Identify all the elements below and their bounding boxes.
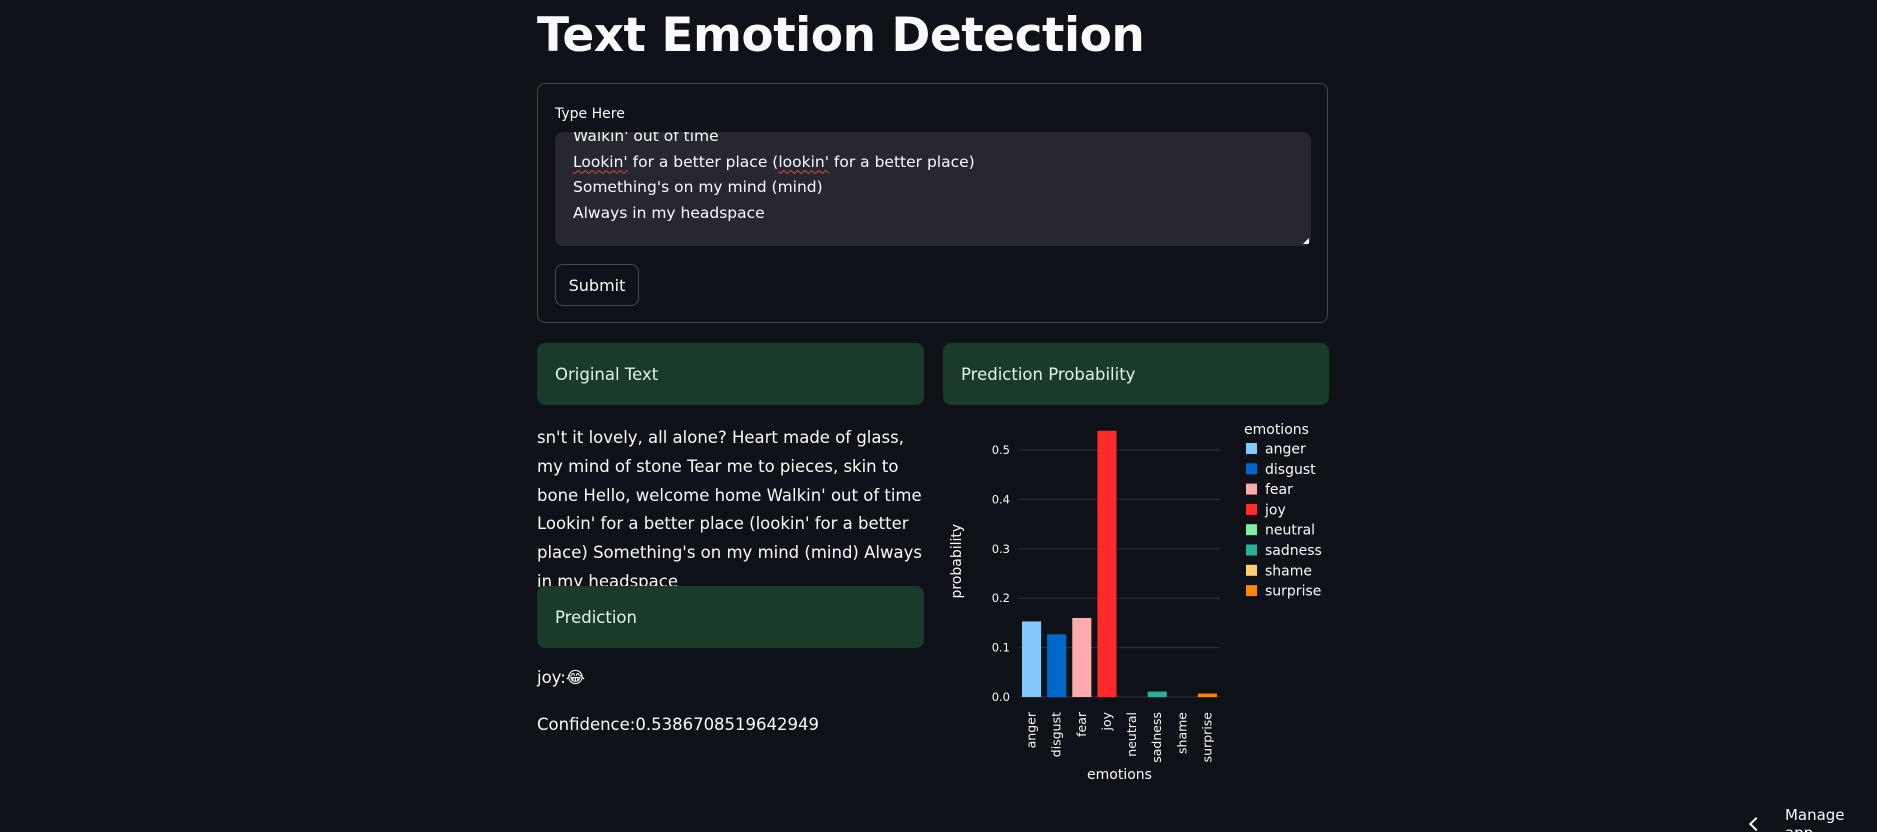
legend-label: joy (1264, 502, 1286, 518)
textarea-line: Lookin' for a better place (lookin' for … (573, 150, 1293, 176)
app-page: Text Emotion Detection Type Here Walkin'… (0, 0, 1877, 832)
y-tick-label: 0.2 (992, 591, 1010, 605)
confidence-value: Confidence:0.5386708519642949 (537, 715, 820, 734)
page-title: Text Emotion Detection (537, 8, 1145, 63)
x-tick-label: shame (1174, 712, 1189, 754)
prediction-result: joy:😂 (537, 668, 586, 687)
bar-joy (1097, 430, 1117, 697)
bar-sadness (1147, 691, 1167, 697)
y-tick-label: 0.3 (992, 542, 1010, 556)
input-form: Type Here Walkin' out of time Lookin' fo… (537, 83, 1328, 323)
legend-label: sadness (1265, 543, 1322, 559)
legend-label: fear (1265, 482, 1293, 498)
legend-swatch (1246, 524, 1257, 536)
x-tick-label: surprise (1199, 712, 1214, 763)
probability-bar-chart: 0.00.10.20.30.40.5anger disgust fear joy neu… (949, 422, 1322, 783)
prediction-probability-header: Prediction Probability (943, 343, 1329, 405)
legend-label: surprise (1265, 584, 1321, 600)
y-axis-title: probability (949, 524, 965, 599)
bar-fear (1072, 617, 1092, 697)
x-axis-title: emotions (1087, 767, 1152, 783)
legend-label: anger (1265, 442, 1306, 458)
textarea-line: Something's on my mind (mind) (573, 178, 823, 196)
x-tick-label: disgust (1049, 712, 1064, 757)
y-tick-label: 0.5 (992, 443, 1010, 457)
bar-anger (1022, 621, 1042, 697)
textarea-text-fragment: for a better place) (828, 152, 975, 171)
textarea-label: Type Here (555, 106, 625, 122)
y-tick-label: 0.4 (992, 492, 1010, 506)
original-text: sn't it lovely, all alone? Heart made of… (537, 428, 922, 591)
manage-app-button[interactable]: Manage app (1745, 806, 1877, 832)
spell-error-word: Lookin' (573, 152, 628, 171)
original-text-header: Original Text (537, 343, 924, 405)
legend-title: emotions (1244, 422, 1309, 438)
bar-surprise (1197, 693, 1217, 697)
x-tick-label: joy (1099, 711, 1114, 731)
legend-label: neutral (1265, 523, 1315, 539)
chevron-left-icon (1748, 816, 1764, 832)
manage-app-label: Manage app (1784, 806, 1845, 832)
x-tick-label: anger (1024, 711, 1039, 748)
textarea-line: Always in my headspace (573, 203, 765, 222)
y-tick-label: 0.0 (992, 690, 1010, 704)
legend-swatch (1246, 544, 1257, 556)
bar-disgust (1047, 634, 1067, 697)
resize-handle-icon[interactable] (1303, 238, 1309, 244)
legend-label: disgust (1265, 462, 1316, 478)
submit-button[interactable]: Submit (555, 264, 639, 306)
legend-swatch (1246, 483, 1257, 495)
spell-error-word: lookin' (778, 152, 829, 171)
y-tick-label: 0.1 (992, 641, 1010, 655)
text-input[interactable]: Walkin' out of time Lookin' for a better… (555, 132, 1311, 246)
legend-swatch (1246, 564, 1257, 576)
prediction-header: Prediction (537, 586, 924, 648)
legend-swatch (1246, 503, 1257, 515)
legend-swatch (1246, 463, 1257, 475)
probability-chart: 0.0 0.1 0.2 0.3 0.4 0.5 anger disgust fear joy neu… (943, 410, 1343, 810)
legend-swatch (1246, 443, 1257, 454)
x-tick-label: fear (1074, 711, 1089, 737)
x-tick-label: sadness (1149, 712, 1164, 763)
legend-label: shame (1265, 563, 1312, 579)
legend-swatch (1246, 585, 1257, 597)
x-tick-label: neutral (1124, 712, 1139, 757)
textarea-line: Walkin' out of time (573, 132, 719, 145)
textarea-text-fragment: for a better place ( (627, 152, 779, 171)
